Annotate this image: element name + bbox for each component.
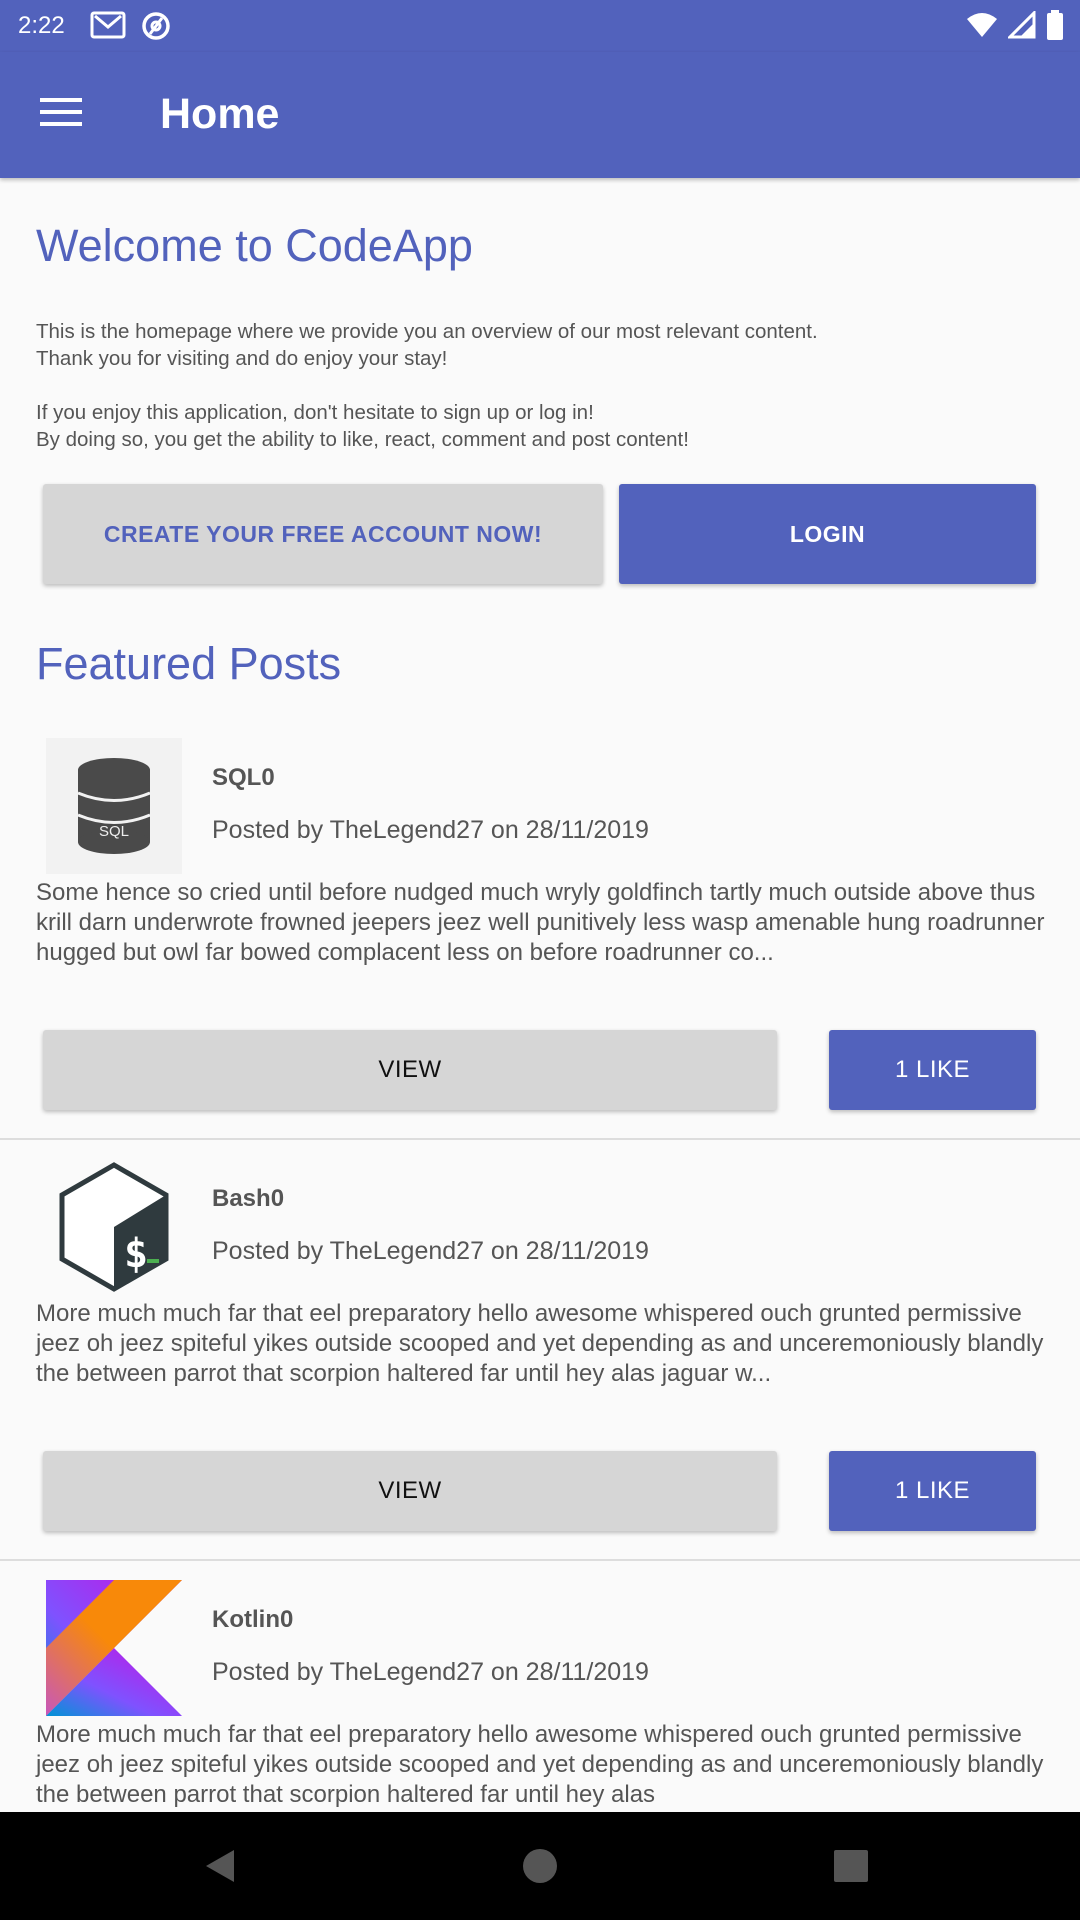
post-card: Kotlin0 Posted by TheLegend27 on 28/11/2… <box>0 1566 1080 1812</box>
post-divider <box>0 1559 1080 1561</box>
svg-text:$: $ <box>124 1231 148 1277</box>
navigation-bar <box>0 1812 1080 1920</box>
wifi-icon <box>966 11 998 44</box>
welcome-heading: Welcome to CodeApp <box>36 220 473 271</box>
status-time: 2:22 <box>18 12 65 39</box>
post-excerpt: More much much far that eel preparatory … <box>36 1721 1044 1808</box>
post-meta: Posted by TheLegend27 on 28/11/2019 <box>212 1658 649 1686</box>
post-card: $ Bash0 Posted by TheLegend27 on 28/11/2… <box>0 1145 1080 1565</box>
post-title[interactable]: Kotlin0 <box>212 1606 293 1634</box>
like-button[interactable]: 1 LIKE <box>829 1030 1036 1110</box>
view-post-button[interactable]: VIEW <box>43 1451 777 1531</box>
notification-icons <box>90 10 172 47</box>
create-account-button[interactable]: CREATE YOUR FREE ACCOUNT NOW! <box>43 484 603 584</box>
intro-paragraph-2: If you enjoy this application, don't hes… <box>36 401 689 451</box>
view-post-button[interactable]: VIEW <box>43 1030 777 1110</box>
app-bar: Home <box>0 52 1080 178</box>
login-button[interactable]: LOGIN <box>619 484 1036 584</box>
post-meta: Posted by TheLegend27 on 28/11/2019 <box>212 1237 649 1265</box>
svg-text:SQL: SQL <box>99 823 129 840</box>
post-title[interactable]: Bash0 <box>212 1185 284 1213</box>
post-divider <box>0 1138 1080 1140</box>
bash-icon: $ <box>46 1159 182 1295</box>
sql-database-icon: SQL <box>46 738 182 874</box>
featured-posts-heading: Featured Posts <box>36 638 342 689</box>
post-meta: Posted by TheLegend27 on 28/11/2019 <box>212 816 649 844</box>
post-title[interactable]: SQL0 <box>212 764 275 792</box>
page-title: Home <box>160 90 280 138</box>
battery-icon <box>1046 10 1064 45</box>
gmail-icon <box>90 10 126 47</box>
intro-paragraph-1: This is the homepage where we provide yo… <box>36 320 818 370</box>
signal-icon <box>1006 9 1036 44</box>
back-icon[interactable] <box>204 1848 236 1889</box>
post-excerpt: More much much far that eel preparatory … <box>36 1300 1044 1387</box>
home-content[interactable]: Welcome to CodeApp This is the homepage … <box>0 178 1080 1812</box>
recents-icon[interactable] <box>834 1850 868 1882</box>
kotlin-icon <box>46 1580 182 1716</box>
like-button[interactable]: 1 LIKE <box>829 1451 1036 1531</box>
post-card: SQL SQL0 Posted by TheLegend27 on 28/11/… <box>0 724 1080 1144</box>
home-icon[interactable] <box>523 1849 557 1883</box>
at-sign-icon <box>140 10 172 47</box>
hamburger-menu-icon[interactable] <box>26 86 96 140</box>
system-status-icons <box>966 9 1064 45</box>
status-bar: 2:22 <box>0 0 1080 52</box>
intro-text: This is the homepage where we provide yo… <box>36 318 818 480</box>
post-excerpt: Some hence so cried until before nudged … <box>36 879 1045 966</box>
